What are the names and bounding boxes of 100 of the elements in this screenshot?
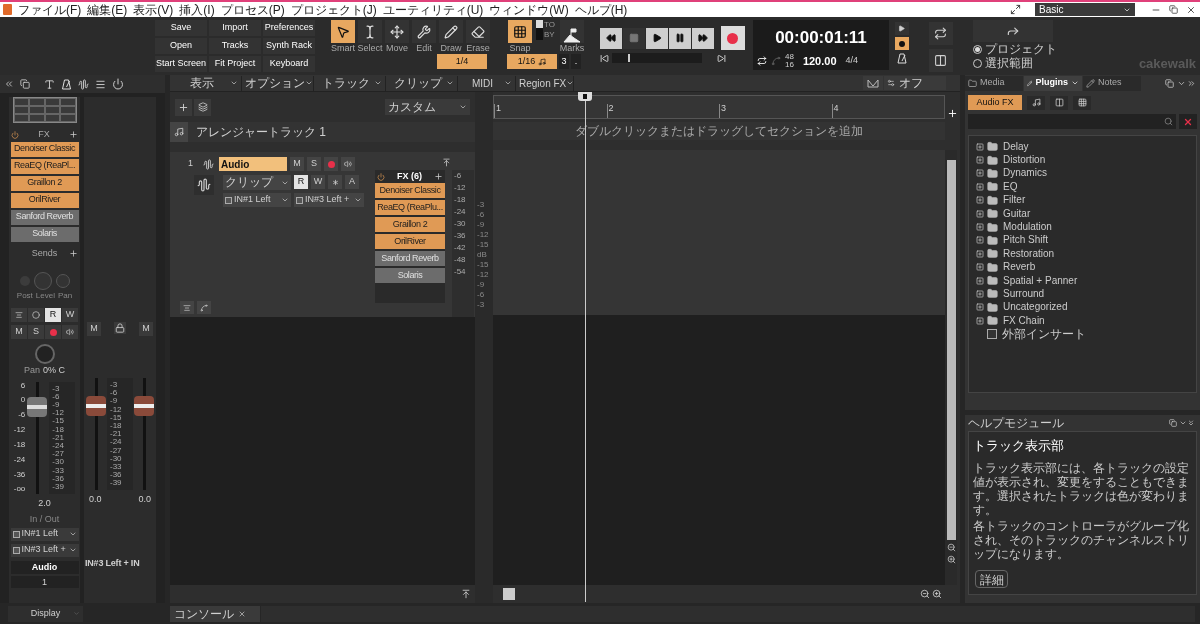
close-icon[interactable] — [1186, 4, 1196, 15]
waveform-icon[interactable] — [78, 78, 89, 90]
tree-item[interactable]: Pitch Shift — [1003, 234, 1049, 247]
expand-icon[interactable] — [976, 303, 984, 312]
record-arm-button[interactable] — [45, 325, 61, 339]
automation-button[interactable]: W — [62, 308, 78, 322]
tool-button[interactable] — [385, 20, 409, 43]
collapse-icon[interactable] — [4, 79, 14, 89]
pause-button[interactable] — [668, 27, 691, 49]
expand-icon[interactable] — [976, 290, 984, 298]
marks-icon[interactable] — [559, 20, 584, 43]
echo-button[interactable] — [341, 157, 355, 171]
fader-handle[interactable] — [86, 396, 106, 417]
fast-forward-button[interactable] — [691, 27, 714, 49]
track-header[interactable]: 1 Audio M S クリップ R W A IN#1 Left IN#3 Left + FX (6) Denoiser Classic ReaEQ (ReaPlu... Graillon 2 OrilRiver Sanford Reverb Solaris -6 -12 -18 -24 -30 -36 -42 -48 -54 — [170, 152, 475, 317]
tool-button[interactable] — [412, 20, 436, 43]
track-name-field[interactable]: Audio — [219, 157, 287, 171]
tempo-readout[interactable]: 120.00 — [802, 52, 837, 69]
output-dropdown[interactable]: IN#3 Left + — [294, 193, 364, 207]
output-dropdown[interactable]: IN#3 Left + — [10, 543, 79, 557]
add-icon[interactable] — [69, 130, 78, 140]
restore-icon[interactable] — [1169, 5, 1178, 14]
rewind-button[interactable] — [599, 27, 622, 49]
zoom-in-icon[interactable] — [932, 589, 942, 599]
input-dropdown[interactable]: IN#1 Left — [223, 193, 291, 207]
expand-icon[interactable] — [976, 182, 984, 191]
automation-lanes-button[interactable] — [197, 301, 211, 314]
menu-item[interactable]: ヘルプ(H) — [571, 2, 631, 17]
keyboard-icon[interactable] — [1050, 95, 1068, 110]
snap-button[interactable] — [508, 20, 532, 43]
zoom-in-icon[interactable] — [946, 555, 956, 564]
time-ruler[interactable]: 1 2 3 4 — [493, 95, 945, 119]
toolbar-button[interactable]: Import — [209, 20, 261, 36]
zoom-out-icon[interactable] — [946, 543, 956, 552]
menu-item[interactable]: 挿入(I) — [176, 2, 218, 17]
collapse-icon[interactable] — [1187, 78, 1196, 88]
tree-item[interactable]: FX Chain — [1003, 314, 1045, 327]
menu-item[interactable]: 編集(E) — [84, 2, 131, 17]
expand-icon[interactable] — [976, 316, 984, 325]
clip-lane[interactable] — [493, 150, 945, 315]
track-icon[interactable] — [194, 175, 214, 195]
menu-item[interactable]: 表示(V) — [130, 2, 177, 17]
fx-slot[interactable]: Sanford Reverb — [10, 209, 79, 225]
input-dropdown[interactable]: IN#1 Left — [10, 527, 79, 541]
details-button[interactable]: 詳細 — [975, 569, 1008, 588]
zoom-out-icon[interactable] — [920, 589, 930, 599]
expand-icon[interactable] — [976, 142, 984, 151]
collapse-icon[interactable] — [1187, 419, 1195, 427]
dropdown-icon[interactable] — [1179, 419, 1187, 427]
add-icon[interactable] — [947, 108, 958, 119]
eject-icon[interactable] — [461, 589, 471, 599]
resize-icon[interactable] — [1010, 4, 1021, 15]
tree-item[interactable]: Restoration — [1003, 247, 1055, 260]
loop-button[interactable] — [928, 22, 953, 45]
fx-slot[interactable]: ReaEQ (ReaPl... — [10, 158, 79, 174]
play-button[interactable] — [645, 27, 668, 49]
power-icon[interactable] — [11, 130, 19, 139]
record-button[interactable] — [720, 26, 745, 50]
tree-item[interactable]: Dynamics — [1003, 167, 1047, 180]
close-icon[interactable] — [238, 609, 246, 618]
automation-mode-button[interactable]: A — [345, 175, 359, 189]
tree-item[interactable]: Delay — [1003, 140, 1029, 153]
mute-button[interactable]: M — [11, 325, 27, 339]
fx-slot[interactable]: Graillon 2 — [10, 175, 79, 191]
snap-mode-switch[interactable] — [536, 20, 543, 40]
duplicate-button[interactable] — [194, 98, 211, 116]
envelope-mode-button[interactable] — [863, 76, 883, 90]
menu-item[interactable]: プロセス(P) — [217, 2, 288, 17]
fx-slot[interactable]: Graillon 2 — [375, 217, 445, 232]
view-menu[interactable]: クリップ — [386, 75, 458, 91]
view-menu[interactable]: 表示 — [170, 75, 242, 91]
phase-button[interactable] — [28, 308, 44, 322]
menu-item[interactable]: ファイル(F) — [15, 2, 85, 17]
automation-button[interactable]: R — [45, 308, 61, 322]
eq-thumbnail[interactable] — [12, 97, 77, 123]
lock-icon[interactable] — [114, 322, 126, 334]
tree-item[interactable]: EQ — [1003, 180, 1018, 193]
expand-icon[interactable] — [976, 249, 984, 258]
power-icon[interactable] — [112, 78, 124, 90]
fx-slot[interactable]: OrilRiver — [10, 192, 79, 208]
echo-button[interactable] — [62, 325, 78, 339]
menu-item[interactable]: ウィンドウ(W) — [486, 2, 572, 17]
add-track-button[interactable] — [175, 98, 192, 116]
track-name[interactable]: Audio — [10, 560, 79, 574]
metronome-icon[interactable] — [894, 52, 909, 65]
collapse-icon[interactable] — [442, 158, 451, 167]
record-mode-button[interactable] — [894, 37, 909, 50]
toolbar-button[interactable]: Keyboard — [263, 56, 315, 72]
tree-item[interactable]: Filter — [1003, 194, 1026, 207]
view-menu[interactable]: オプション — [242, 75, 314, 91]
expand-icon[interactable] — [976, 196, 984, 205]
horizontal-scrollbar[interactable] — [503, 588, 515, 600]
fader-handle[interactable] — [27, 397, 48, 418]
arranger-icon[interactable] — [170, 122, 188, 142]
tree-item[interactable]: Guitar — [1003, 207, 1031, 220]
meter-readout[interactable]: 4/4 — [845, 54, 859, 68]
tree-item[interactable]: Distortion — [1003, 154, 1046, 167]
toolbar-button[interactable]: Fit Project — [209, 56, 261, 72]
expand-icon[interactable] — [976, 276, 984, 285]
toolbar-button[interactable]: Start Screen — [155, 56, 207, 72]
